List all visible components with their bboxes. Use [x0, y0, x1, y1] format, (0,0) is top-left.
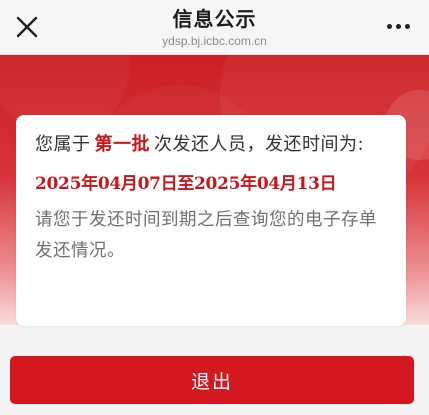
return-date-range: 2025年04月07日至2025年04月13日 — [35, 174, 337, 194]
page-title: 信息公示 — [172, 7, 257, 31]
notice-text: 您属于 第一批 次发还人员，发还时间为: — [35, 129, 388, 161]
exit-button[interactable]: 退出 — [10, 356, 414, 404]
notice-text-suffix: 次发还人员，发还时间为: — [154, 134, 365, 155]
notice-text-prefix: 您属于 — [35, 134, 91, 155]
batch-label: 第一批 — [94, 134, 150, 155]
page-domain: ydsp.bj.icbc.com.cn — [162, 34, 267, 48]
more-dot — [396, 24, 401, 29]
more-icon[interactable] — [385, 22, 413, 32]
more-dot — [405, 24, 410, 29]
notice-hint: 请您于发还时间到期之后查询您的电子存单发还情况。 — [35, 210, 377, 261]
notice-card: 您属于 第一批 次发还人员，发还时间为: 2025年04月07日至2025年04月1… — [16, 115, 406, 326]
top-nav-bar: 信息公示 ydsp.bj.icbc.com.cn — [0, 0, 429, 55]
nav-title-group: 信息公示 ydsp.bj.icbc.com.cn — [90, 6, 339, 49]
close-icon[interactable] — [12, 12, 42, 42]
more-dot — [387, 24, 392, 29]
